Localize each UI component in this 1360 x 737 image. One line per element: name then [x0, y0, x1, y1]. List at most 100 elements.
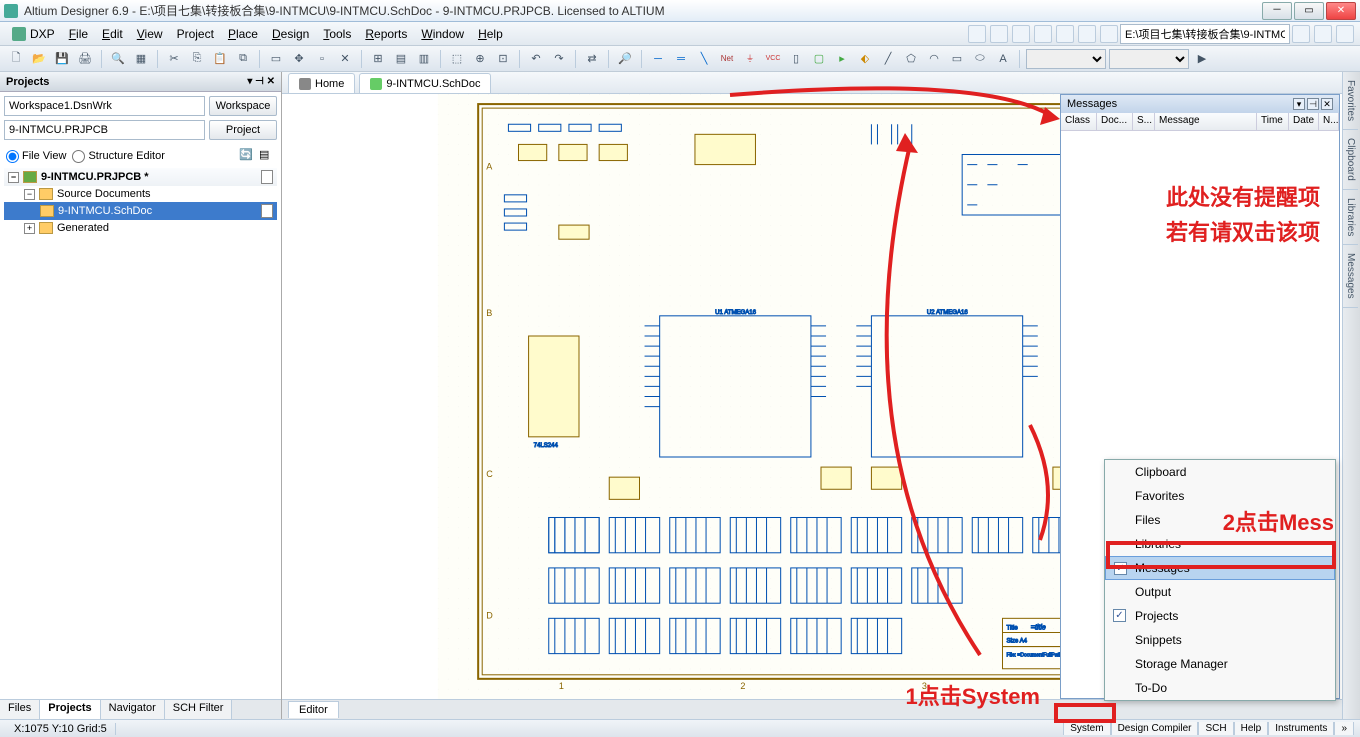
popup-messages[interactable]: ✓Messages: [1105, 556, 1335, 580]
workspace-button[interactable]: Workspace: [209, 96, 277, 116]
align-icon[interactable]: [1012, 25, 1030, 43]
sheet-entry-icon[interactable]: ▸: [832, 49, 852, 69]
marquee-icon[interactable]: ⬚: [447, 49, 467, 69]
nav-back-icon[interactable]: [1292, 25, 1310, 43]
hierarchy-icon[interactable]: ⊞: [368, 49, 388, 69]
menu-design[interactable]: Design: [266, 25, 315, 43]
apply-icon[interactable]: ▶: [1192, 49, 1212, 69]
busent-icon[interactable]: ╲: [694, 49, 714, 69]
zoom-icon[interactable]: ⊕: [470, 49, 490, 69]
popup-favorites[interactable]: Favorites: [1105, 484, 1335, 508]
fit-icon[interactable]: ⊡: [493, 49, 513, 69]
power-icon[interactable]: ⏚: [740, 49, 760, 69]
workspace-combo[interactable]: [4, 96, 205, 116]
menu-help[interactable]: Help: [472, 25, 509, 43]
netlabel-icon[interactable]: Net: [717, 49, 737, 69]
messages-header[interactable]: Messages ▾⊣✕: [1061, 95, 1339, 113]
close-icon[interactable]: ✕: [1321, 98, 1333, 110]
save-icon[interactable]: 💾: [52, 49, 72, 69]
col-source[interactable]: S...: [1133, 113, 1155, 130]
clear-icon[interactable]: ✕: [335, 49, 355, 69]
tab-home[interactable]: Home: [288, 73, 355, 93]
tab-projects[interactable]: Projects: [40, 700, 100, 719]
popup-clipboard[interactable]: Clipboard: [1105, 460, 1335, 484]
rect-icon[interactable]: ▭: [947, 49, 967, 69]
menu-file[interactable]: File: [63, 25, 94, 43]
browse-icon[interactable]: 🔎: [615, 49, 635, 69]
nav-fwd-icon[interactable]: [1314, 25, 1332, 43]
restore-button[interactable]: ▭: [1294, 2, 1324, 20]
new-icon[interactable]: 🗋: [6, 49, 26, 69]
cut-icon[interactable]: ✂: [164, 49, 184, 69]
port-icon[interactable]: ⬖: [855, 49, 875, 69]
sheet-icon[interactable]: ▦: [131, 49, 151, 69]
project-combo[interactable]: [4, 120, 205, 140]
menu-reports[interactable]: Reports: [359, 25, 413, 43]
status-help[interactable]: Help: [1234, 722, 1269, 735]
col-date[interactable]: Date: [1289, 113, 1319, 130]
pin-icon[interactable]: ▾ ⊣ ✕: [247, 76, 275, 87]
col-class[interactable]: Class: [1061, 113, 1097, 130]
path-input[interactable]: [1120, 24, 1290, 44]
popup-libraries[interactable]: Libraries: [1105, 532, 1335, 556]
dropdown-icon[interactable]: ▾: [1293, 98, 1305, 110]
line-icon[interactable]: ╱: [878, 49, 898, 69]
popup-output[interactable]: Output: [1105, 580, 1335, 604]
expand-icon[interactable]: +: [24, 223, 35, 234]
tree-source-docs[interactable]: − Source Documents: [4, 186, 277, 202]
tree-generated[interactable]: + Generated: [4, 220, 277, 236]
status-more[interactable]: »: [1334, 722, 1354, 735]
menu-view[interactable]: View: [131, 25, 169, 43]
tree-root[interactable]: − 9-INTMCU.PRJPCB *: [4, 168, 277, 186]
popup-snippets[interactable]: Snippets: [1105, 628, 1335, 652]
bus-icon[interactable]: ═: [671, 49, 691, 69]
tab-files[interactable]: Files: [0, 700, 40, 719]
minimize-button[interactable]: －: [1262, 2, 1292, 20]
tab-navigator[interactable]: Navigator: [101, 700, 165, 719]
structure-radio[interactable]: Structure Editor: [72, 150, 164, 163]
status-system[interactable]: System: [1063, 722, 1110, 735]
snap-icon[interactable]: [1056, 25, 1074, 43]
tab-schdoc[interactable]: 9-INTMCU.SchDoc: [359, 73, 491, 93]
popup-files[interactable]: Files: [1105, 508, 1335, 532]
scope-select[interactable]: [1109, 49, 1189, 69]
refresh-icon[interactable]: 🔄: [239, 148, 255, 164]
filter-select[interactable]: [1026, 49, 1106, 69]
part-icon[interactable]: ▯: [786, 49, 806, 69]
menu-edit[interactable]: Edit: [96, 25, 129, 43]
doc-icon[interactable]: ▤: [391, 49, 411, 69]
settings-icon[interactable]: ▤: [259, 148, 275, 164]
cross-probe-icon[interactable]: ⇄: [582, 49, 602, 69]
stamp-icon[interactable]: ⧉: [233, 49, 253, 69]
popup-projects[interactable]: ✓Projects: [1105, 604, 1335, 628]
col-time[interactable]: Time: [1257, 113, 1289, 130]
grid-icon[interactable]: [1034, 25, 1052, 43]
col-message[interactable]: Message: [1155, 113, 1257, 130]
vtab-messages[interactable]: Messages: [1343, 245, 1358, 308]
tab-schfilter[interactable]: SCH Filter: [165, 700, 233, 719]
deselect-icon[interactable]: ▫: [312, 49, 332, 69]
pencil-icon[interactable]: [968, 25, 986, 43]
col-doc[interactable]: Doc...: [1097, 113, 1133, 130]
move-icon[interactable]: ✥: [289, 49, 309, 69]
vtab-clipboard[interactable]: Clipboard: [1343, 130, 1358, 190]
status-instruments[interactable]: Instruments: [1268, 722, 1334, 735]
preview-icon[interactable]: 🔍: [108, 49, 128, 69]
redo-icon[interactable]: ↷: [549, 49, 569, 69]
print-icon[interactable]: 🖨: [75, 49, 95, 69]
tab-editor[interactable]: Editor: [288, 701, 339, 718]
menu-window[interactable]: Window: [415, 25, 470, 43]
menu-place[interactable]: Place: [222, 25, 264, 43]
wire-icon[interactable]: ─: [648, 49, 668, 69]
tree-schdoc[interactable]: 9-INTMCU.SchDoc: [4, 202, 277, 220]
poly-icon[interactable]: ⬠: [901, 49, 921, 69]
layers-icon[interactable]: [990, 25, 1008, 43]
vcc-icon[interactable]: VCC: [763, 49, 783, 69]
sheet-sym-icon[interactable]: ▢: [809, 49, 829, 69]
reports-icon[interactable]: ▥: [414, 49, 434, 69]
status-design-compiler[interactable]: Design Compiler: [1111, 722, 1199, 735]
dxp-menu[interactable]: DXP: [6, 27, 61, 41]
ellipse-icon[interactable]: ⬭: [970, 49, 990, 69]
open-icon[interactable]: 📂: [29, 49, 49, 69]
file-view-radio[interactable]: File View: [6, 150, 66, 163]
